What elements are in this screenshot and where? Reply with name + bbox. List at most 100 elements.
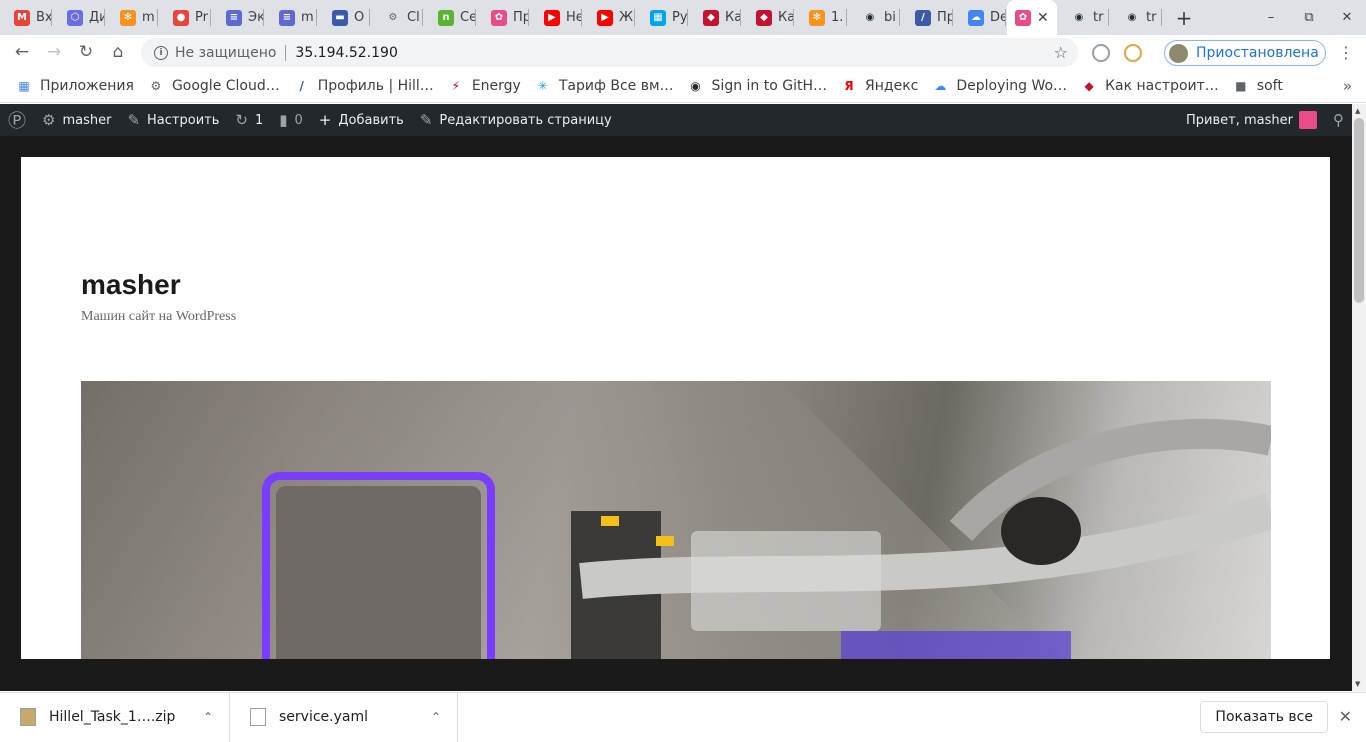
tab-strip: M Вх ⬡ Ди ✻ m ● Pr ≡ Эк ≡ m ▬ О ⚙ Cl n Се ✿ Пр ▶ Не ▶ Ж ▦ Ру ◆ Ка ◆ К… — [0, 0, 1366, 35]
wp-logo[interactable]: Ⓟ — [0, 104, 34, 136]
youtube-icon: ▶ — [597, 9, 613, 26]
wp-new-link[interactable]: + Добавить — [311, 104, 412, 136]
tab-label: tr — [1146, 10, 1157, 25]
browser-tab[interactable]: ✿ Пр — [477, 0, 530, 35]
restore-icon[interactable]: ⧉ — [1290, 10, 1328, 25]
gcloud-icon: ☁ — [968, 9, 984, 26]
chevron-up-icon[interactable]: ⌃ — [203, 710, 213, 724]
info-icon[interactable]: i — [154, 45, 168, 60]
page-scrollbar[interactable]: ▲ ▼ — [1352, 104, 1366, 691]
browser-tab[interactable]: ◆ Ка — [742, 0, 795, 35]
user-avatar — [1299, 111, 1317, 129]
bookmark-item[interactable]: ⚙ Google Cloud… — [146, 78, 282, 94]
download-item[interactable]: service.yaml ⌃ — [230, 692, 458, 742]
bookmark-label: soft — [1256, 77, 1283, 94]
wp-edit-page-link[interactable]: ✎ Редактировать страницу — [412, 104, 620, 136]
tab-label: tr — [1093, 10, 1104, 25]
tab-label: bi — [884, 10, 896, 25]
browser-tab[interactable]: ✻ m — [106, 0, 159, 35]
comments-count: 0 — [294, 112, 303, 128]
tab-label: Pr — [195, 10, 208, 25]
browser-tab[interactable]: ✿ ✕ — [1007, 0, 1057, 35]
browser-tab[interactable]: ▬ О — [318, 0, 371, 35]
ruby-icon: ◆ — [1084, 78, 1094, 93]
gcloud-icon: ☁ — [934, 78, 947, 93]
tab-label: Ж — [619, 10, 634, 25]
show-all-downloads-button[interactable]: Показать все — [1200, 701, 1328, 733]
tab-label: Ди — [89, 10, 106, 25]
bookmark-star-icon[interactable]: ☆ — [1054, 43, 1068, 62]
browser-tab[interactable]: ≡ Эк — [212, 0, 265, 35]
browser-tab[interactable]: ◉ tr — [1110, 0, 1163, 35]
bookmark-item[interactable]: ⚡ Energy — [446, 78, 523, 94]
bookmark-item[interactable]: Я Яндекс — [839, 78, 920, 94]
browser-tab[interactable]: ● Pr — [159, 0, 212, 35]
more-bookmarks-icon[interactable]: » — [1343, 77, 1352, 95]
browser-tab[interactable]: ☁ De — [954, 0, 1007, 35]
browser-tab[interactable]: ▦ Ру — [636, 0, 689, 35]
bookmark-item[interactable]: ✳ Тариф Все вм… — [533, 78, 676, 94]
wp-customize-link[interactable]: ✎ Настроить — [119, 104, 227, 136]
globe-icon[interactable] — [1092, 44, 1110, 62]
back-icon[interactable]: ← — [6, 36, 38, 68]
browser-tab[interactable]: ▶ Не — [530, 0, 583, 35]
scroll-down-icon[interactable]: ▼ — [1355, 680, 1360, 688]
profile-button[interactable]: Приостановлена — [1164, 40, 1326, 66]
wp-search-button[interactable]: ⚲ — [1325, 104, 1352, 136]
menu-icon[interactable]: ⋮ — [1338, 43, 1354, 62]
bookmark-item[interactable]: / Профиль | Hill… — [292, 78, 436, 94]
minimize-icon[interactable]: – — [1252, 10, 1290, 25]
tab-label: Ка — [725, 10, 742, 25]
wp-updates-link[interactable]: ↻ 1 — [227, 104, 271, 136]
scrollbar-thumb[interactable] — [1354, 118, 1364, 303]
browser-tab[interactable]: ▶ Ж — [583, 0, 636, 35]
browser-tab[interactable]: ⚙ Cl — [371, 0, 424, 35]
download-item[interactable]: Hillel_Task_1….zip ⌃ — [0, 692, 230, 742]
url-text[interactable]: 35.194.52.190 — [295, 45, 397, 61]
browser-tab[interactable]: ⬡ Ди — [53, 0, 106, 35]
chevron-up-icon[interactable]: ⌃ — [431, 710, 441, 724]
site-title[interactable]: masher — [81, 269, 181, 301]
howdy-text: Привет, masher — [1186, 112, 1293, 128]
bookmark-item[interactable]: ☁ Deploying Wo… — [930, 78, 1069, 94]
bookmark-item[interactable]: ■ soft — [1231, 78, 1285, 94]
bookmark-item[interactable]: ◉ Sign in to GitH… — [686, 78, 829, 94]
wp-site-link[interactable]: ⚙ masher — [34, 104, 119, 136]
browser-tab[interactable]: ◉ bi — [848, 0, 901, 35]
close-window-icon[interactable]: ✕ — [1328, 10, 1366, 25]
browser-tab[interactable]: n Се — [424, 0, 477, 35]
close-tab-icon[interactable]: ✕ — [1037, 10, 1049, 26]
comment-icon: ▮ — [279, 111, 288, 129]
windows-icon: ▦ — [650, 9, 666, 26]
youtube-icon: ▶ — [544, 9, 560, 26]
browser-tab[interactable]: M Вх — [0, 0, 53, 35]
address-bar[interactable]: i Не защищено 35.194.52.190 ☆ — [141, 38, 1078, 67]
browser-tab[interactable]: / Пр — [901, 0, 954, 35]
forward-icon[interactable]: → — [38, 36, 70, 68]
browser-tab[interactable]: ◉ tr — [1057, 0, 1110, 35]
wp-admin-bar: Ⓟ ⚙ masher ✎ Настроить ↻ 1 ▮ 0 + Добавить ✎ Ре… — [0, 104, 1352, 136]
download-filename: service.yaml — [279, 709, 368, 725]
site-description: Машин сайт на WordPress — [81, 309, 237, 324]
gear-icon: ⚙ — [150, 78, 162, 93]
gmail-icon: M — [14, 9, 30, 26]
browser-tab[interactable]: ≡ m — [265, 0, 318, 35]
reload-icon[interactable]: ↻ — [70, 36, 102, 68]
extension-icon[interactable] — [1124, 44, 1142, 62]
browser-tab[interactable]: ◆ Ка — [689, 0, 742, 35]
bookmark-item[interactable]: ▦ Приложения — [14, 78, 136, 94]
tab-label: Cl — [407, 10, 420, 25]
ruby-icon: ◆ — [756, 9, 772, 26]
home-icon[interactable]: ⌂ — [102, 36, 134, 68]
bookmark-item[interactable]: ◆ Как настроит… — [1079, 78, 1221, 94]
browser-tab[interactable]: ✻ 1. — [795, 0, 848, 35]
wp-account-menu[interactable]: Привет, masher — [1178, 111, 1325, 129]
window-controls: – ⧉ ✕ — [1252, 0, 1366, 35]
close-downloads-icon[interactable]: ✕ — [1339, 707, 1352, 726]
wp-comments-link[interactable]: ▮ 0 — [271, 104, 311, 136]
n-icon: n — [438, 9, 454, 26]
tab-label: 1. — [831, 10, 844, 25]
scroll-up-icon[interactable]: ▲ — [1355, 107, 1360, 115]
tab-label: Се — [460, 10, 477, 25]
new-tab-icon[interactable]: + — [1169, 6, 1199, 30]
